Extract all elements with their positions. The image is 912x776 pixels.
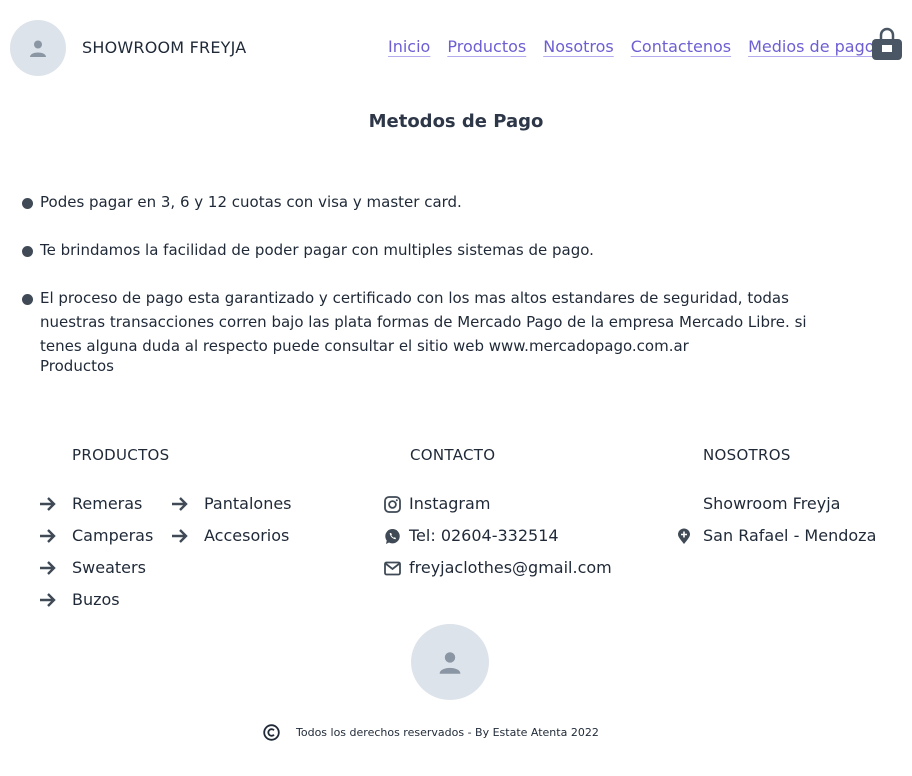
arrow-right-icon [39,527,57,545]
footer-link-remeras[interactable]: Remeras [72,494,142,513]
footer-link-telefono[interactable]: Tel: 02604-332514 [409,526,559,545]
footer-link-email[interactable]: freyjaclothes@gmail.com [409,558,612,577]
list-item: Te brindamos la facilidad de poder pagar… [22,238,594,262]
list-item: El proceso de pago esta garantizado y ce… [22,286,842,358]
header-avatar [10,20,66,76]
nav-inicio[interactable]: Inicio [388,37,430,56]
footer-link-sweaters[interactable]: Sweaters [72,558,146,577]
brand-name: SHOWROOM FREYJA [82,38,247,57]
arrow-right-icon [39,559,57,577]
bullet-dot [22,198,33,209]
user-icon [30,40,46,57]
footer-contacto-title: CONTACTO [410,446,496,464]
list-item-text: Podes pagar en 3, 6 y 12 cuotas con visa… [40,193,462,211]
nav-medios-de-pago[interactable]: Medios de pago [748,37,874,56]
footer-link-instagram[interactable]: Instagram [409,494,490,513]
cart-button[interactable] [871,27,903,61]
copyright: Todos los derechos reservados - By Estat… [263,724,599,741]
location-pin-icon [675,527,693,545]
nav-nosotros[interactable]: Nosotros [543,37,614,56]
footer-location: San Rafael - Mendoza [703,526,877,545]
list-item-text: Te brindamos la facilidad de poder pagar… [40,241,594,259]
copyright-text: Todos los derechos reservados - By Estat… [296,726,599,739]
user-icon [439,652,461,674]
instagram-icon [383,495,401,513]
arrow-right-icon [171,495,189,513]
footer-avatar [411,624,489,700]
shopping-bag-icon [872,27,902,60]
copyright-icon [263,724,280,741]
main-nav: Inicio Productos Nosotros Contactenos Me… [388,37,892,56]
footer-link-camperas[interactable]: Camperas [72,526,153,545]
extra-text: Productos [40,357,114,375]
list-item-text: El proceso de pago esta garantizado y ce… [40,289,807,355]
nav-productos[interactable]: Productos [447,37,526,56]
nav-contactenos[interactable]: Contactenos [631,37,731,56]
arrow-right-icon [171,527,189,545]
footer-link-pantalones[interactable]: Pantalones [204,494,292,513]
footer-productos-title: PRODUCTOS [72,446,170,464]
footer-showroom-name: Showroom Freyja [703,494,841,513]
bullet-dot [22,246,33,257]
footer-link-buzos[interactable]: Buzos [72,590,120,609]
whatsapp-icon [383,527,401,545]
mail-icon [383,559,401,577]
arrow-right-icon [39,591,57,609]
bullet-dot [22,294,33,305]
arrow-right-icon [39,495,57,513]
list-item: Podes pagar en 3, 6 y 12 cuotas con visa… [22,190,462,214]
footer-link-accesorios[interactable]: Accesorios [204,526,289,545]
page-title: Metodos de Pago [368,111,544,132]
footer-nosotros-title: NOSOTROS [703,446,791,464]
